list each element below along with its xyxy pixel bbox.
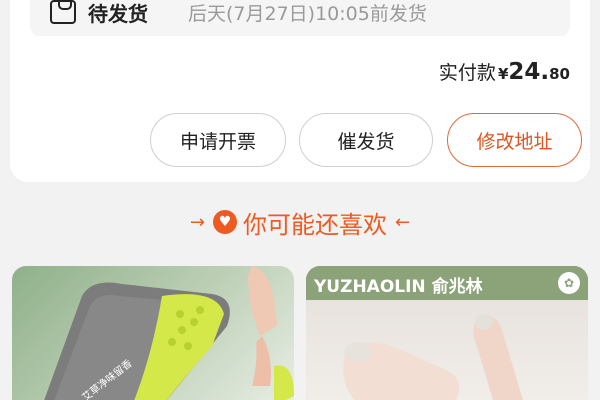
status-label: 待发货 [88,2,148,26]
insole-image [44,266,294,400]
recommendation-header: → ♥ 你可能还喜欢 ← [0,200,600,244]
order-status-row[interactable]: 待发货 后天(7月27日)10:05前发货 [30,0,570,36]
socks-image [306,300,588,400]
product-card-socks[interactable]: YUZHAOLIN 俞兆林 ✿ [306,266,588,400]
right-arrow-icon: ← [395,211,411,233]
package-icon [50,0,76,24]
order-card: 待发货 后天(7月27日)10:05前发货 实付款 ¥ 24. 80 申请开票 … [10,0,590,182]
urge-shipping-button[interactable]: 催发货 [299,113,433,167]
request-invoice-button[interactable]: 申请开票 [150,113,286,167]
left-arrow-icon: → [189,211,205,233]
change-address-button[interactable]: 修改地址 [447,113,582,167]
brand-name: YUZHAOLIN 俞兆林 [314,277,483,297]
brand-bar: YUZHAOLIN 俞兆林 ✿ [306,266,588,300]
amount-decimal: 80 [549,65,570,83]
payment-summary: 实付款 ¥ 24. 80 [439,58,570,85]
brand-logo-icon: ✿ [558,272,580,294]
currency-symbol: ¥ [497,65,509,83]
product-card-insole[interactable] [12,266,294,400]
payment-label: 实付款 [438,62,496,84]
heart-icon: ♥ [213,210,237,234]
recommendation-title: 你可能还喜欢 [243,210,387,239]
shipping-deadline: 后天(7月27日)10:05前发货 [188,3,427,25]
amount-integer: 24. [508,59,550,85]
